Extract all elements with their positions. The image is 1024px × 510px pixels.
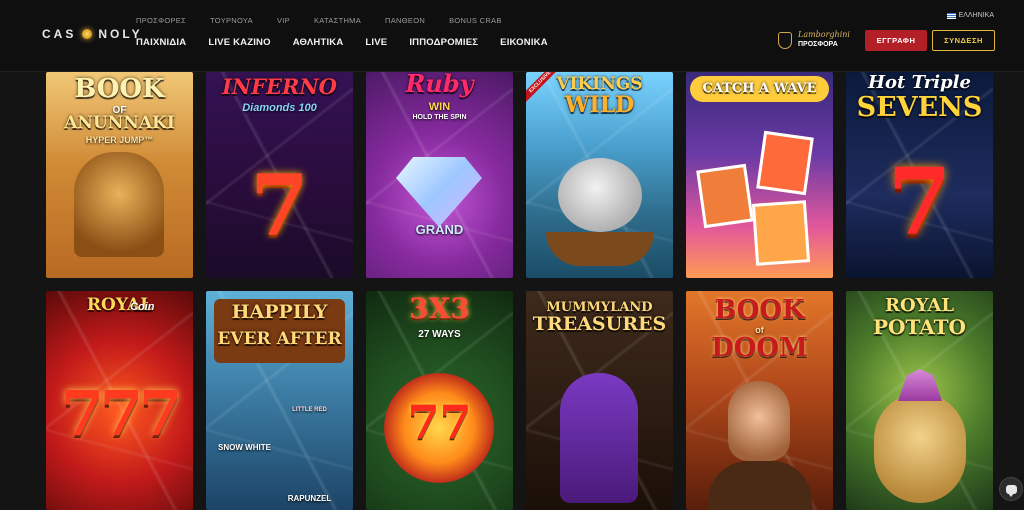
- surf-card-2: [756, 130, 814, 196]
- game-subtitle: Diamonds 100: [242, 102, 317, 114]
- greek-flag-icon: [946, 12, 956, 19]
- lamborghini-bull-icon: [778, 31, 792, 49]
- game-subtitle: POTATO: [873, 315, 966, 339]
- casinoly-logo[interactable]: CAS NOLY: [42, 26, 143, 42]
- game-subtitle: 27 WAYS: [418, 329, 461, 340]
- language-selector[interactable]: ΕΛΛΗΝΙΚΑ: [946, 12, 994, 19]
- game-title: INFERNO: [222, 74, 337, 99]
- lamborghini-promo[interactable]: Lamborghini ΠΡΟΣΦΟΡΑ: [778, 30, 850, 50]
- game-tile-royal-coin[interactable]: ROYAL Coin 777: [46, 291, 193, 510]
- potato-character: [874, 393, 966, 503]
- game-tile-book-of-anunnaki[interactable]: BOOK OF ANUNNAKI HYPER JUMP™: [46, 72, 193, 278]
- game-title: BOOK: [74, 74, 165, 104]
- game-subtitle-2: HOLD THE SPIN: [412, 114, 467, 121]
- sun-icon: [79, 26, 95, 42]
- nav-link-sports[interactable]: ΑΘΛΗΤΙΚΑ: [293, 37, 344, 48]
- game-tile-catch-a-wave[interactable]: CATCH A WAVE: [686, 72, 833, 278]
- game-subtitle: SEVENS: [856, 92, 983, 123]
- nav-link-bonus-crab[interactable]: BONUS CRAB: [449, 16, 502, 25]
- game-tile-3x3-27-ways[interactable]: 3X3 27 WAYS 77: [366, 291, 513, 510]
- top-navigation-bar: CAS NOLY ΠΡΟΣΦΟΡΕΣ ΤΟΥΡΝΟΥΑ VIP ΚΑΤΑΣΤΗΜ…: [0, 0, 1024, 72]
- purple-mummy: [560, 373, 638, 503]
- seven-symbol: 7: [887, 148, 952, 256]
- seven-symbol: 7: [250, 156, 309, 255]
- game-title: Hot Triple: [868, 72, 971, 93]
- nav-link-pantheon[interactable]: ΠΑΝΘΕΟΝ: [385, 16, 425, 25]
- nav-link-virtual[interactable]: ΕΙΚΟΝΙΚΑ: [500, 37, 548, 48]
- primary-nav: ΠΑΙΧΝΙΔΙΑ LIVE ΚΑΖΙΝΟ ΑΘΛΗΤΙΚΑ LIVE ΙΠΠΟ…: [136, 37, 570, 48]
- game-subtitle-3: HYPER JUMP™: [85, 135, 154, 145]
- promo-label: ΠΡΟΣΦΟΡΑ: [798, 41, 838, 48]
- promo-brand: Lamborghini: [798, 30, 850, 39]
- login-button[interactable]: ΣΥΝΔΕΣΗ: [932, 30, 995, 51]
- nav-link-promotions[interactable]: ΠΡΟΣΦΟΡΕΣ: [136, 16, 186, 25]
- chat-bubble-icon: [1005, 484, 1017, 497]
- boat: [546, 232, 654, 266]
- game-title: CATCH A WAVE: [702, 81, 817, 96]
- adventurer-body: [708, 461, 812, 510]
- game-tile-happily-ever-after[interactable]: HAPPILY EVER AFTER SNOW WHITE RAPUNZEL L…: [206, 291, 353, 510]
- character-snow-white: SNOW WHITE: [218, 443, 271, 452]
- game-title: HAPPILY: [231, 301, 328, 323]
- game-subtitle: WIN: [428, 101, 451, 113]
- game-subtitle: EVER AFTER: [217, 329, 342, 349]
- game-subtitle-3: GRAND: [415, 222, 464, 237]
- nav-link-tournaments[interactable]: ΤΟΥΡΝΟΥΑ: [210, 16, 253, 25]
- nav-link-live[interactable]: LIVE: [365, 37, 387, 48]
- language-label: ΕΛΛΗΝΙΚΑ: [958, 12, 994, 19]
- nav-link-games[interactable]: ΠΑΙΧΝΙΔΙΑ: [136, 37, 186, 48]
- game-subtitle: TREASURES: [532, 313, 667, 335]
- game-subtitle-2: ANUNNAKI: [64, 113, 175, 133]
- game-title: VIKINGS: [556, 74, 643, 94]
- viking-sheep: [558, 158, 642, 232]
- game-tile-vikings-wild[interactable]: EXCLUSIVE VIKINGS WILD: [526, 72, 673, 278]
- double-seven-symbol: 77: [407, 395, 472, 449]
- game-tile-mummyland-treasures[interactable]: MUMMYLAND TREASURES: [526, 291, 673, 510]
- game-title: 3X3: [409, 292, 470, 325]
- nav-link-vip[interactable]: VIP: [277, 16, 290, 25]
- surf-card-1: [696, 163, 754, 229]
- secondary-nav: ΠΡΟΣΦΟΡΕΣ ΤΟΥΡΝΟΥΑ VIP ΚΑΤΑΣΤΗΜΑ ΠΑΝΘΕΟΝ…: [136, 16, 526, 25]
- surf-card-3: [751, 200, 811, 266]
- nav-link-shop[interactable]: ΚΑΤΑΣΤΗΜΑ: [314, 16, 361, 25]
- game-tile-inferno-diamonds[interactable]: INFERNO Diamonds 100 7: [206, 72, 353, 278]
- game-title: Ruby: [405, 72, 474, 98]
- game-subtitle-2: DOOM: [711, 333, 808, 363]
- chat-button[interactable]: [999, 477, 1023, 501]
- character-rapunzel: RAPUNZEL: [287, 494, 332, 503]
- game-tile-ruby-win[interactable]: Ruby WIN HOLD THE SPIN GRAND: [366, 72, 513, 278]
- game-title: BOOK: [714, 295, 805, 325]
- nav-link-horse-racing[interactable]: ΙΠΠΟΔΡΟΜΙΕΣ: [409, 37, 478, 48]
- game-title: ROYAL: [885, 295, 954, 316]
- triple-seven-symbol: 777: [60, 377, 182, 450]
- game-tile-book-of-doom[interactable]: BOOK of DOOM: [686, 291, 833, 510]
- register-button[interactable]: ΕΓΓΡΑΦΗ: [865, 30, 927, 51]
- anunnaki-statue: [74, 152, 164, 257]
- game-tile-hot-triple-sevens[interactable]: Hot Triple SEVENS 7: [846, 72, 993, 278]
- game-subtitle: Coin: [130, 301, 155, 313]
- game-tile-royal-potato[interactable]: ROYAL POTATO: [846, 291, 993, 510]
- nav-link-live-casino[interactable]: LIVE ΚΑΖΙΝΟ: [208, 37, 270, 48]
- adventurer-face: [728, 381, 790, 461]
- game-subtitle: WILD: [564, 92, 635, 118]
- character-little-red: LITTLE RED: [292, 407, 327, 413]
- logo-text-left: CAS: [42, 27, 77, 41]
